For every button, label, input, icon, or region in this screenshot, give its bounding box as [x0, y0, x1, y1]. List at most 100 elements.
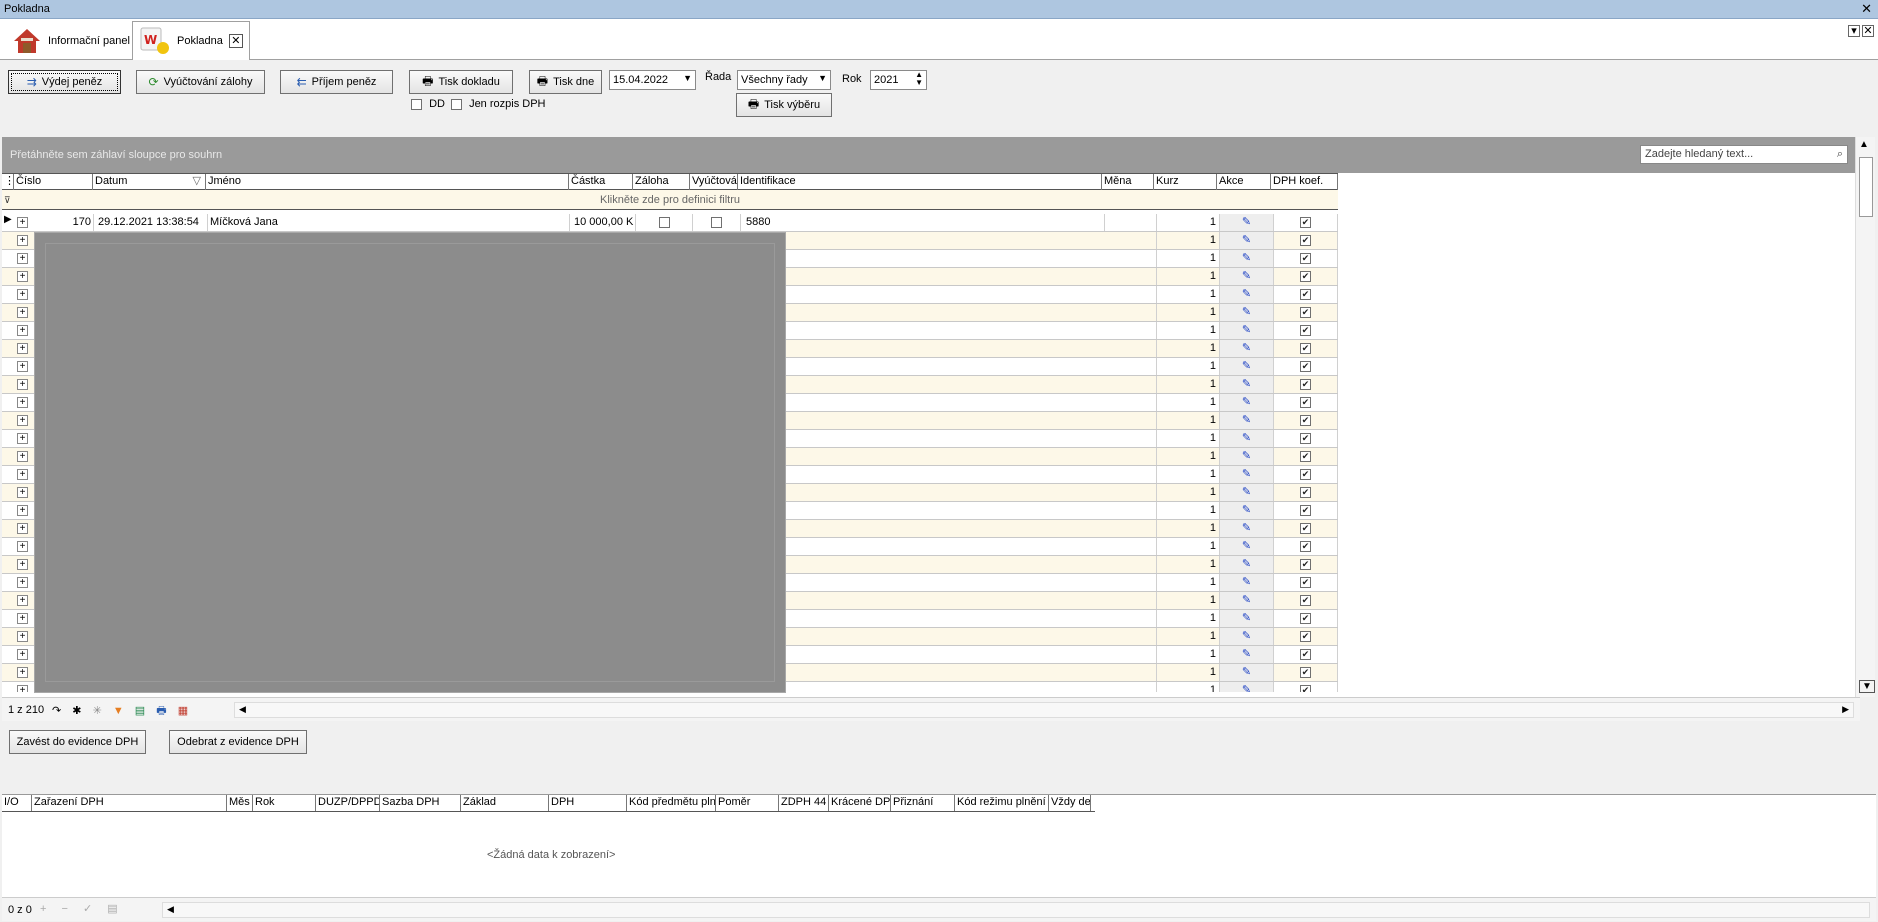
expand-row-icon[interactable]: +: [17, 451, 28, 462]
edit-pen-icon[interactable]: ✎: [1220, 232, 1274, 249]
col-dph-koef[interactable]: DPH koef.: [1271, 174, 1338, 190]
edit-pen-icon[interactable]: ✎: [1220, 430, 1274, 447]
expand-row-icon[interactable]: +: [17, 415, 28, 426]
expand-row-icon[interactable]: +: [17, 631, 28, 642]
prijem-penez-button[interactable]: ⇇ Příjem peněz: [280, 70, 393, 94]
edit-pen-icon[interactable]: ✎: [1220, 448, 1274, 465]
col2-vzdy-de[interactable]: Vždy de: [1049, 795, 1091, 811]
edit-pen-icon[interactable]: ✎: [1220, 556, 1274, 573]
col2-zarazeni-dph[interactable]: Zařazení DPH: [32, 795, 227, 811]
sparkle-icon[interactable]: ✳: [93, 705, 106, 717]
tisk-dokladu-button[interactable]: 🖶 Tisk dokladu: [409, 70, 513, 94]
confirm-icon[interactable]: ✓: [83, 903, 98, 915]
refresh-icon[interactable]: ↷: [52, 705, 65, 717]
add-icon[interactable]: +: [40, 903, 52, 915]
col-akce[interactable]: Akce: [1217, 174, 1271, 190]
grid-vertical-scrollbar[interactable]: ▲ ▼: [1855, 137, 1875, 697]
vydej-penez-button[interactable]: ⇉ Výdej peněz: [8, 70, 121, 94]
edit-pen-icon[interactable]: ✎: [1220, 574, 1274, 591]
expand-row-icon[interactable]: +: [17, 235, 28, 246]
col2-pomer[interactable]: Poměr: [716, 795, 779, 811]
filter-row[interactable]: ⊽ Klikněte zde pro definici filtru: [2, 190, 1338, 210]
col-mena[interactable]: Měna: [1102, 174, 1154, 190]
zavest-do-evidence-dph-button[interactable]: Zavést do evidence DPH: [9, 730, 146, 754]
close-document-icon[interactable]: ✕: [1862, 25, 1874, 37]
scroll-down-icon[interactable]: ▼: [1859, 680, 1875, 693]
odebrat-z-evidence-dph-button[interactable]: Odebrat z evidence DPH: [169, 730, 307, 754]
col2-duzp[interactable]: DUZP/DPPD: [316, 795, 380, 811]
edit-pen-icon[interactable]: ✎: [1220, 484, 1274, 501]
edit-pen-icon[interactable]: ✎: [1220, 538, 1274, 555]
window-close-icon[interactable]: ✕: [1861, 1, 1872, 17]
edit-pen-icon[interactable]: ✎: [1220, 502, 1274, 519]
expand-row-icon[interactable]: +: [17, 433, 28, 444]
edit-pen-icon[interactable]: ✎: [1220, 592, 1274, 609]
col2-zaklad[interactable]: Základ: [461, 795, 549, 811]
col-zaloha[interactable]: Záloha: [633, 174, 690, 190]
edit-pen-icon[interactable]: ✎: [1220, 394, 1274, 411]
expand-row-icon[interactable]: +: [17, 289, 28, 300]
tab-informacni-panel[interactable]: Informační panel: [6, 22, 136, 59]
filter-icon[interactable]: ▽: [193, 174, 201, 189]
grid-search-input[interactable]: Zadejte hledaný text... ⌕: [1640, 145, 1848, 164]
expand-row-icon[interactable]: +: [17, 541, 28, 552]
date-picker[interactable]: 15.04.2022 ▼: [609, 70, 696, 90]
asterisk-icon[interactable]: ✱: [72, 705, 85, 717]
tisk-vyberu-button[interactable]: 🖶 Tisk výběru: [736, 93, 832, 117]
expand-row-icon[interactable]: +: [17, 307, 28, 318]
col-identifikace[interactable]: Identifikace: [738, 174, 1102, 190]
dph-horizontal-scrollbar[interactable]: ◀: [162, 902, 1870, 918]
expand-row-icon[interactable]: +: [17, 397, 28, 408]
jen-rozpis-dph-checkbox-box[interactable]: [451, 98, 462, 110]
col2-mes[interactable]: Měs: [227, 795, 253, 811]
dd-checkbox[interactable]: DD: [411, 98, 445, 110]
remove-icon[interactable]: −: [62, 903, 74, 915]
expand-row-icon[interactable]: +: [17, 505, 28, 516]
scroll-left-icon[interactable]: ◀: [239, 704, 246, 715]
edit-pen-icon[interactable]: ✎: [1220, 340, 1274, 357]
export-excel-icon[interactable]: ▤: [135, 705, 149, 717]
edit-pen-icon[interactable]: ✎: [1220, 286, 1274, 303]
col2-kod-rezimu[interactable]: Kód režimu plnění: [955, 795, 1049, 811]
edit-pen-icon[interactable]: ✎: [1220, 646, 1274, 663]
expand-row-icon[interactable]: +: [17, 649, 28, 660]
grid-horizontal-scrollbar[interactable]: ◀ ▶: [234, 702, 1854, 718]
expand-row-icon[interactable]: +: [17, 469, 28, 480]
tab-close-icon[interactable]: ✕: [228, 34, 243, 48]
scroll-right-icon[interactable]: ▶: [1842, 704, 1849, 715]
layout-grid-icon[interactable]: ▦: [178, 705, 192, 717]
rok-stepper[interactable]: 2021 ▲ ▼: [870, 70, 927, 90]
expand-row-icon[interactable]: +: [17, 343, 28, 354]
edit-pen-icon[interactable]: ✎: [1220, 322, 1274, 339]
vyuctovani-zalohy-button[interactable]: ⟳ Vyúčtování zálohy: [136, 70, 265, 94]
stepper-arrows-icon[interactable]: ▲ ▼: [915, 71, 923, 87]
expand-row-icon[interactable]: +: [17, 523, 28, 534]
expand-row-icon[interactable]: +: [17, 595, 28, 606]
edit-pen-icon[interactable]: ✎: [1220, 682, 1274, 692]
tisk-dne-button[interactable]: 🖶 Tisk dne: [529, 70, 602, 94]
table-row[interactable]: ▶ +170 29.12.2021 13:38:54 Míčková Jana 10 0…: [2, 214, 1338, 233]
search-icon[interactable]: ⌕: [1837, 146, 1843, 163]
edit-pen-icon[interactable]: ✎: [1220, 304, 1274, 321]
edit-pen-icon[interactable]: ✎: [1220, 610, 1274, 627]
scroll-left-icon[interactable]: ◀: [167, 904, 174, 915]
expand-row-icon[interactable]: +: [17, 487, 28, 498]
col2-io[interactable]: I/O: [2, 795, 32, 811]
col2-zdph44[interactable]: ZDPH 44: [779, 795, 829, 811]
scroll-up-icon[interactable]: ▲: [1859, 139, 1869, 150]
chevron-down-icon[interactable]: ▼: [683, 73, 692, 83]
col-castka[interactable]: Částka: [569, 174, 633, 190]
export-icon[interactable]: ▤: [107, 903, 123, 915]
edit-pen-icon[interactable]: ✎: [1220, 376, 1274, 393]
expand-row-icon[interactable]: +: [17, 217, 28, 228]
scroll-thumb[interactable]: [1859, 157, 1873, 217]
expand-row-icon[interactable]: +: [17, 667, 28, 678]
col2-sazba-dph[interactable]: Sazba DPH: [380, 795, 461, 811]
tab-pokladna[interactable]: W Pokladna ✕: [132, 21, 250, 60]
expand-row-icon[interactable]: +: [17, 685, 28, 692]
edit-pen-icon[interactable]: ✎: [1220, 268, 1274, 285]
col2-kod-predmetu[interactable]: Kód předmětu pln: [627, 795, 716, 811]
col-jmeno[interactable]: Jméno: [206, 174, 569, 190]
edit-pen-icon[interactable]: ✎: [1220, 250, 1274, 267]
expand-row-icon[interactable]: +: [17, 559, 28, 570]
